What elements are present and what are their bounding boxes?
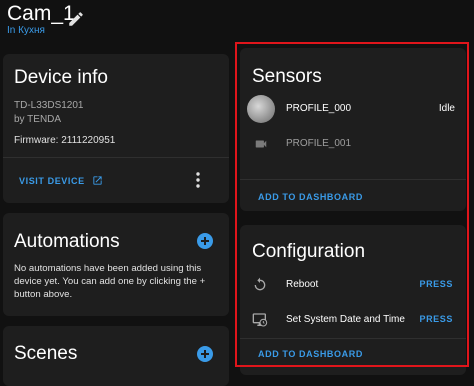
visit-device-label: VISIT DEVICE [19, 175, 85, 186]
sensor-name: PROFILE_000 [286, 103, 352, 114]
sensor-row-profile-000[interactable]: PROFILE_000 Idle [240, 95, 466, 128]
pencil-icon[interactable] [67, 10, 85, 28]
plus-circle-icon[interactable] [197, 346, 213, 362]
scenes-title: Scenes [14, 343, 78, 364]
config-label: Reboot [286, 279, 319, 290]
page-title: Cam_1 [7, 2, 75, 25]
device-info-title: Device info [14, 67, 108, 88]
visit-device-button[interactable]: VISIT DEVICE [19, 175, 103, 186]
sensor-state: Idle [438, 103, 455, 114]
automations-card: Automations No automations have been add… [3, 213, 229, 316]
open-in-new-icon [93, 176, 102, 185]
config-row-set-date-time: Set System Date and Time PRESS [240, 310, 466, 332]
device-manufacturer: by TENDA [14, 114, 62, 125]
device-firmware: Firmware: 2111220951 [14, 135, 116, 146]
video-icon [253, 137, 269, 156]
card-divider [240, 179, 466, 180]
sensor-row-profile-001[interactable]: PROFILE_001 [240, 133, 466, 163]
add-to-dashboard-button[interactable]: ADD TO DASHBOARD [258, 192, 363, 202]
add-to-dashboard-button[interactable]: ADD TO DASHBOARD [258, 349, 363, 359]
restart-icon [252, 277, 268, 298]
automations-title: Automations [14, 231, 120, 252]
dots-vertical-icon[interactable] [191, 171, 205, 189]
sensor-name: PROFILE_001 [286, 138, 352, 149]
area-link[interactable]: In Кухня [7, 25, 45, 36]
automations-empty-text: No automations have been added using thi… [14, 263, 206, 300]
plus-circle-icon[interactable] [197, 233, 213, 249]
card-divider [240, 338, 466, 339]
clock-monitor-icon [252, 312, 268, 333]
config-label: Set System Date and Time [286, 314, 405, 325]
device-model: TD-L33DS1201 [14, 100, 84, 111]
device-info-card: Device info TD-L33DS1201 by TENDA Firmwa… [3, 54, 229, 203]
card-divider [3, 157, 229, 158]
page-header: Cam_1 In Кухня [0, 0, 474, 44]
press-button[interactable]: PRESS [419, 314, 453, 324]
scenes-card: Scenes [3, 326, 229, 386]
configuration-title: Configuration [252, 241, 366, 262]
config-row-reboot: Reboot PRESS [240, 275, 466, 297]
camera-thumbnail [247, 95, 275, 123]
configuration-card: Configuration Reboot PRESS Set System Da… [240, 225, 466, 375]
press-button[interactable]: PRESS [419, 279, 453, 289]
sensors-card: Sensors PROFILE_000 Idle PROFILE_001 ADD… [240, 48, 466, 211]
sensors-title: Sensors [252, 66, 322, 87]
